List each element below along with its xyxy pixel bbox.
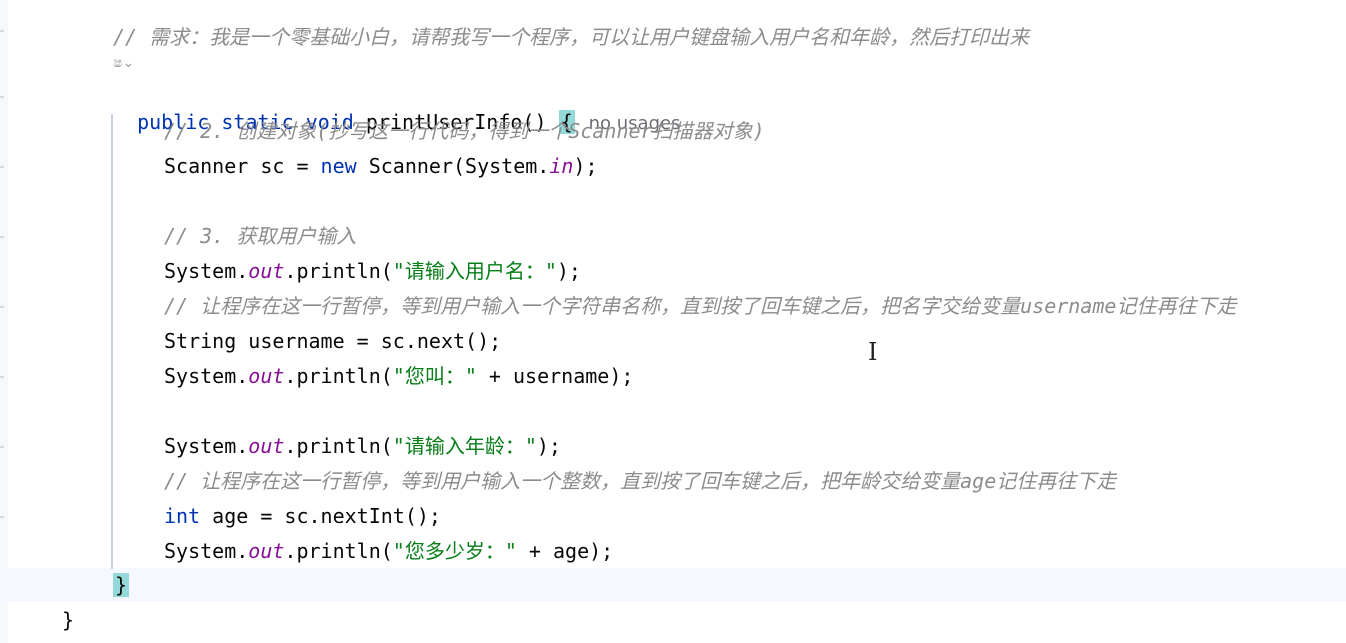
string-literal: "您叫：" [392, 364, 477, 388]
static-field-in: in [549, 154, 574, 178]
code-line-comment-wait-age[interactable]: // 让程序在这一行暂停，等到用户输入一个整数，直到按了回车键之后，把年龄交给变… [164, 468, 1116, 494]
code-token: .println( [284, 434, 393, 458]
code-token: System. [164, 539, 249, 563]
keyword-new: new [320, 154, 357, 178]
static-field-out: out [248, 434, 285, 458]
code-line-scanner[interactable]: Scanner sc = new Scanner(System.in); [164, 153, 598, 179]
code-token: Scanner sc = [164, 154, 321, 178]
code-line-age[interactable]: int age = sc.nextInt(); [164, 503, 441, 529]
code-line-println-user-prompt[interactable]: System.out.println("请输入用户名："); [164, 258, 581, 284]
code-token: + username); [476, 364, 634, 388]
code-line-println-age-prompt[interactable]: System.out.println("请输入年龄："); [164, 433, 561, 459]
code-token: System. [164, 434, 249, 458]
code-token: Scanner(System. [356, 154, 550, 178]
code-line-username[interactable]: String username = sc.next(); [164, 328, 501, 354]
static-field-out: out [248, 259, 285, 283]
code-line-comment-3[interactable]: // 3. 获取用户输入 [164, 223, 356, 249]
string-literal: "请输入用户名：" [392, 259, 557, 283]
gutter-mark [0, 236, 4, 238]
gutter-mark [0, 376, 4, 378]
editor-gutter[interactable] [0, 0, 8, 643]
string-literal: "请输入年龄：" [392, 434, 537, 458]
static-field-out: out [248, 364, 285, 388]
code-token: ); [573, 154, 598, 178]
keyword-int: int [164, 504, 201, 528]
code-line-println-age[interactable]: System.out.println("您多少岁：" + age); [164, 538, 613, 564]
code-token: ); [556, 259, 581, 283]
gutter-mark [0, 166, 4, 168]
code-token: System. [164, 259, 249, 283]
string-literal: "您多少岁：" [392, 539, 517, 563]
gutter-mark [0, 30, 4, 32]
matched-close-brace: } [113, 573, 130, 597]
code-token: age = sc.nextInt(); [200, 504, 441, 528]
code-token: .println( [284, 259, 393, 283]
static-field-out: out [248, 539, 285, 563]
code-token: .println( [284, 364, 393, 388]
code-line-comment-wait-name[interactable]: // 让程序在这一行暂停，等到用户输入一个字符串名称，直到按了回车键之后，把名字… [164, 293, 1236, 319]
code-line-method-close[interactable]: } [113, 572, 130, 598]
code-line-header-comment[interactable]: // 需求：我是一个零基础小白，请帮我写一个程序，可以让用户键盘输入用户名和年龄… [113, 24, 1029, 50]
gutter-mark [0, 306, 4, 308]
code-token: System. [164, 364, 249, 388]
code-line-class-close[interactable]: } [62, 607, 74, 633]
code-token: .println( [284, 539, 393, 563]
code-line-comment-2[interactable]: // 2. 创建对象(抄写这一行代码，得到一个Scanner扫描器对象) [164, 118, 765, 144]
text-cursor-icon: I [868, 338, 878, 366]
code-token: + age); [516, 539, 614, 563]
gutter-mark [0, 516, 4, 518]
indent-guide [111, 114, 113, 569]
code-line-println-you-called[interactable]: System.out.println("您叫：" + username); [164, 363, 633, 389]
gutter-mark [0, 446, 4, 448]
gutter-mark [0, 96, 4, 98]
author-hint-icon[interactable]: ෂ⌄ [113, 55, 134, 71]
code-token: ); [536, 434, 561, 458]
current-line-highlight [0, 568, 1346, 602]
